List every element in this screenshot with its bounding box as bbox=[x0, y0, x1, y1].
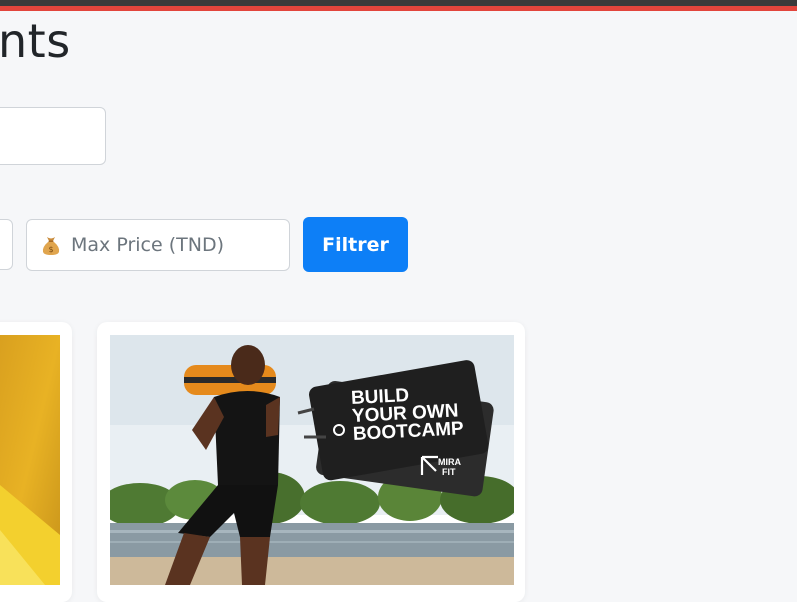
max-price-input[interactable]: $ Max Price (TND) bbox=[26, 219, 290, 271]
svg-text:FIT: FIT bbox=[442, 467, 456, 477]
top-bar-accent bbox=[0, 6, 797, 11]
filter-button[interactable]: Filtrer bbox=[303, 217, 408, 272]
svg-text:$: $ bbox=[48, 245, 53, 254]
money-bag-icon: $ bbox=[40, 234, 62, 256]
min-price-input[interactable] bbox=[0, 219, 13, 270]
search-input[interactable] bbox=[0, 107, 106, 165]
yellow-product-image[interactable] bbox=[0, 335, 60, 585]
page-title: nts bbox=[0, 14, 71, 68]
svg-text:MIRA: MIRA bbox=[438, 457, 461, 467]
bootcamp-banner-image[interactable]: BUILD YOUR OWN BOOTCAMP MIRA FIT bbox=[110, 335, 514, 585]
max-price-placeholder: Max Price (TND) bbox=[71, 234, 224, 256]
